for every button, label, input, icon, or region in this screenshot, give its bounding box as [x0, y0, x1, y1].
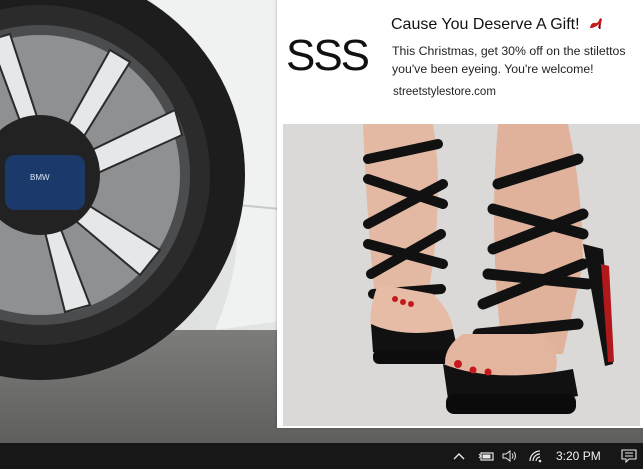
- wallpaper-badge: BMW: [30, 173, 50, 182]
- sss-logo: SSS: [286, 31, 369, 80]
- wifi-icon[interactable]: [527, 443, 545, 469]
- notification-body: This Christmas, get 30% off on the stile…: [392, 44, 626, 76]
- action-center-icon[interactable]: [619, 443, 639, 469]
- chevron-up-icon[interactable]: [452, 443, 466, 469]
- stiletto-hero-image: [283, 124, 640, 426]
- svg-text:SSS: SSS: [286, 31, 369, 80]
- notification-title: Cause You Deserve A Gift!: [391, 15, 604, 36]
- volume-icon[interactable]: [500, 443, 520, 469]
- high-heel-icon: [588, 15, 604, 36]
- taskbar: 3:20 PM: [0, 443, 643, 469]
- battery-icon[interactable]: [477, 443, 495, 469]
- notification-source: streetstylestore.com: [393, 86, 496, 98]
- taskbar-clock[interactable]: 3:20 PM: [556, 443, 601, 469]
- notification-card[interactable]: SSS Cause You Deserve A Gift! This Chris…: [277, 0, 643, 428]
